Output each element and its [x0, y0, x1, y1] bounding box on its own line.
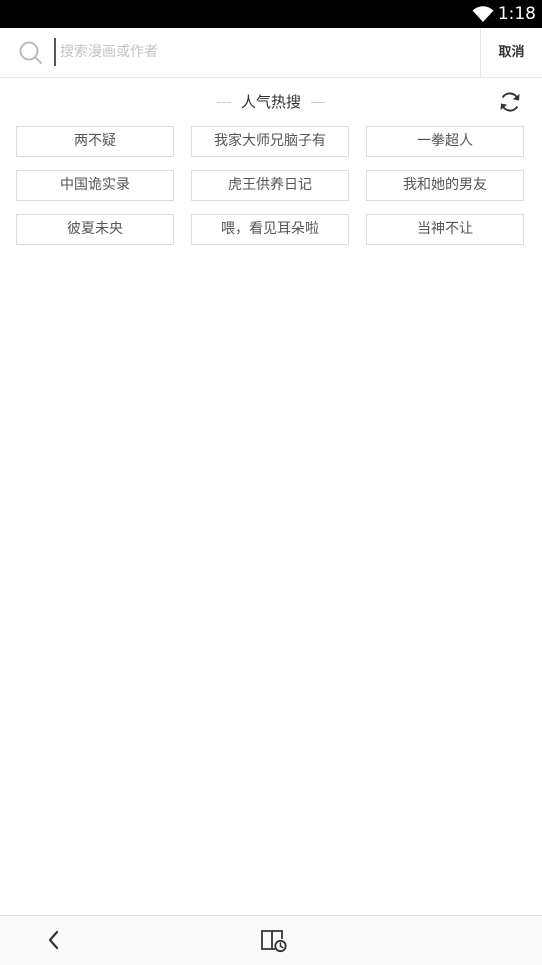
- hot-tag[interactable]: 我和她的男友: [366, 170, 524, 201]
- search-icon: [19, 41, 42, 64]
- search-bar: 取消: [0, 28, 542, 78]
- cancel-button[interactable]: 取消: [480, 28, 542, 77]
- refresh-icon[interactable]: [498, 90, 522, 114]
- wifi-icon: [472, 6, 494, 22]
- hot-tag[interactable]: 一拳超人: [366, 126, 524, 157]
- hot-tag[interactable]: 当神不让: [366, 214, 524, 245]
- hot-tag[interactable]: 彼夏未央: [16, 214, 174, 245]
- hot-tag[interactable]: 中国诡实录: [16, 170, 174, 201]
- status-time: 1:18: [497, 4, 536, 24]
- title-dash-left: [216, 102, 231, 103]
- hot-tag[interactable]: 两不疑: [16, 126, 174, 157]
- search-input[interactable]: [54, 38, 420, 66]
- hot-tag[interactable]: 虎王供养日记: [191, 170, 349, 201]
- chevron-left-icon[interactable]: [42, 928, 66, 952]
- hot-tag[interactable]: 喂，看见耳朵啦: [191, 214, 349, 245]
- reading-history-icon[interactable]: [260, 927, 288, 953]
- status-bar: 1:18: [0, 0, 542, 28]
- hot-tag[interactable]: 我家大师兄脑子有: [191, 126, 349, 157]
- hot-search-title: 人气热搜: [240, 93, 301, 111]
- bottom-nav: [0, 915, 542, 965]
- title-dash-right: [311, 102, 325, 103]
- hot-search-header: 人气热搜: [0, 88, 542, 116]
